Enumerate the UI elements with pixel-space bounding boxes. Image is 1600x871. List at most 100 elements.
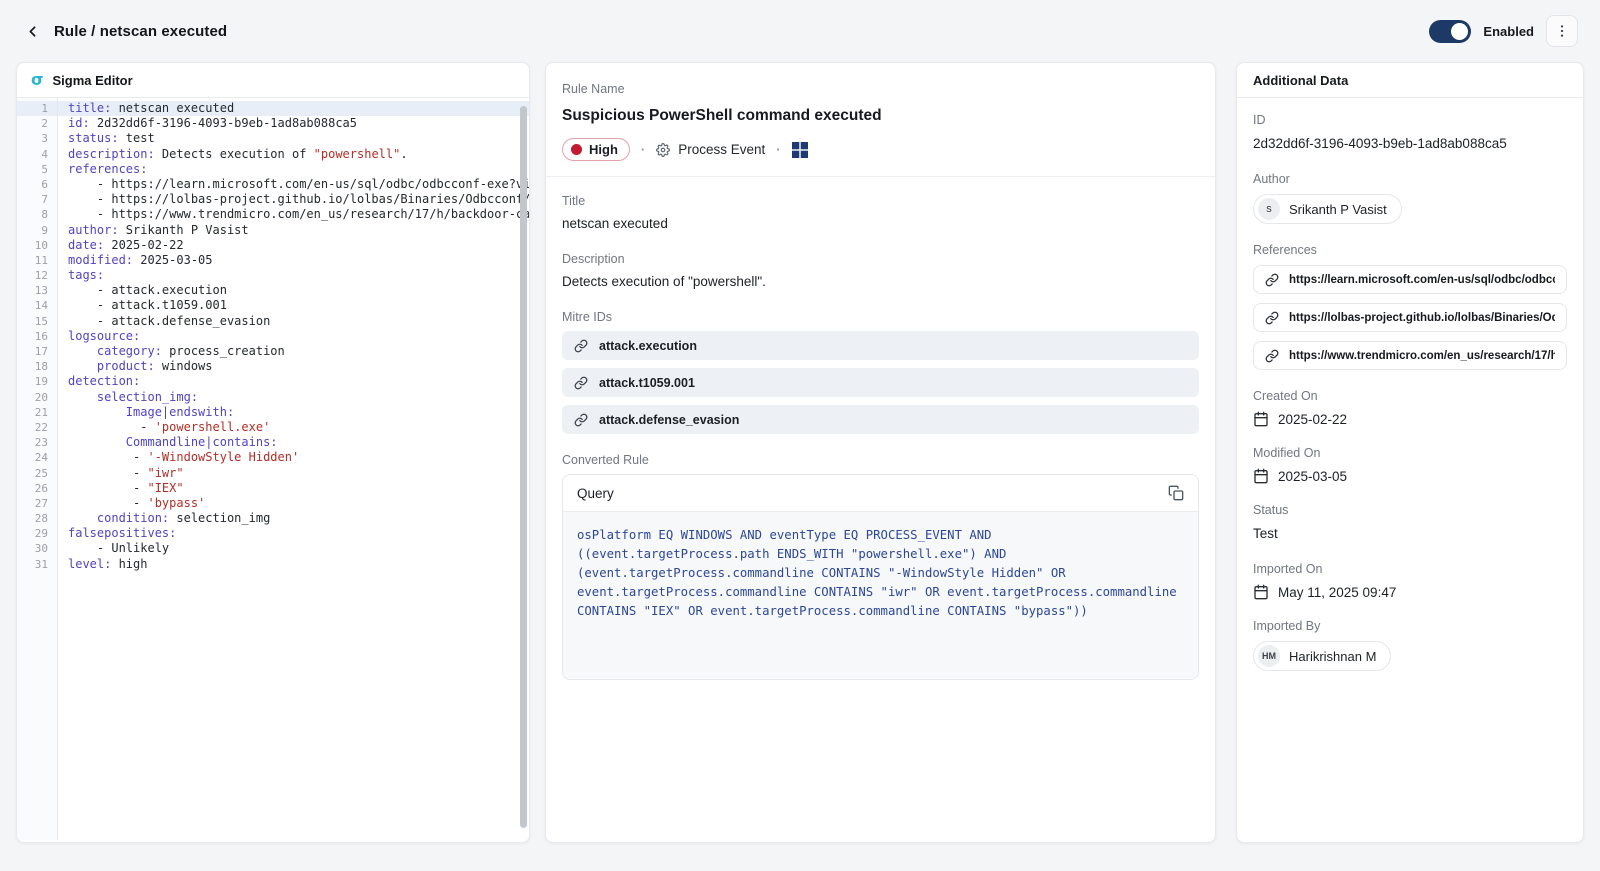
code-line[interactable]: selection_img: [58, 390, 529, 405]
line-number: 13 [17, 283, 57, 298]
copy-icon [1168, 485, 1184, 501]
severity-badge: High [562, 138, 630, 161]
sigma-editor-title: Sigma Editor [52, 73, 132, 88]
references-label: References [1253, 243, 1567, 257]
code-line[interactable]: - https://learn.microsoft.com/en-us/sql/… [58, 177, 529, 192]
code-line[interactable]: status: test [58, 131, 529, 146]
code-line[interactable]: level: high [58, 557, 529, 572]
rule-name: Suspicious PowerShell command executed [562, 107, 1199, 125]
more-options-button[interactable] [1546, 15, 1578, 47]
code-line[interactable]: - Unlikely [58, 541, 529, 556]
created-on-label: Created On [1253, 389, 1567, 403]
mitre-field: Mitre IDs attack.execution attack.t1059.… [562, 310, 1199, 434]
author-label: Author [1253, 172, 1567, 186]
line-number: 27 [17, 496, 57, 511]
code-line[interactable]: - https://lolbas-project.github.io/lolba… [58, 192, 529, 207]
query-label: Query [577, 486, 614, 501]
code-line[interactable]: Commandline|contains: [58, 435, 529, 450]
created-on-value: 2025-02-22 [1278, 412, 1347, 427]
severity-label: High [589, 142, 618, 157]
status-group: Status Test [1253, 503, 1567, 543]
imported-by-name: Harikrishnan M [1289, 649, 1376, 664]
rule-badges: High · Process Event · [562, 138, 1199, 161]
code-line[interactable]: title: netscan executed [58, 101, 529, 116]
code-line[interactable]: date: 2025-02-22 [58, 238, 529, 253]
mitre-ids-label: Mitre IDs [562, 310, 1199, 324]
code-line[interactable]: - attack.defense_evasion [58, 314, 529, 329]
code-line[interactable]: - attack.execution [58, 283, 529, 298]
description-value: Detects execution of "powershell". [562, 274, 766, 289]
code-line[interactable]: - "IEX" [58, 481, 529, 496]
code-line[interactable]: author: Srikanth P Vasist [58, 223, 529, 238]
code-line[interactable]: references: [58, 162, 529, 177]
link-icon [1265, 273, 1279, 287]
code-line[interactable]: product: windows [58, 359, 529, 374]
code-line[interactable]: tags: [58, 268, 529, 283]
code-line[interactable]: category: process_creation [58, 344, 529, 359]
line-number: 9 [17, 223, 57, 238]
line-number: 3 [17, 131, 57, 146]
imported-on-label: Imported On [1253, 562, 1567, 576]
link-icon [574, 376, 588, 390]
line-number: 19 [17, 374, 57, 389]
reference-link[interactable]: https://learn.microsoft.com/en-us/sql/od… [1253, 265, 1567, 294]
imported-by-avatar: HM [1258, 645, 1280, 667]
converted-rule-label: Converted Rule [562, 453, 1199, 467]
code-line[interactable]: detection: [58, 374, 529, 389]
editor-code[interactable]: title: netscan executedid: 2d32dd6f-3196… [58, 98, 529, 840]
line-number: 21 [17, 405, 57, 420]
author-name: Srikanth P Vasist [1289, 202, 1387, 217]
line-number: 4 [17, 147, 57, 162]
enabled-toggle[interactable] [1429, 20, 1471, 43]
code-line[interactable]: id: 2d32dd6f-3196-4093-b9eb-1ad8ab088ca5 [58, 116, 529, 131]
imported-by-group: Imported By HM Harikrishnan M [1253, 619, 1567, 671]
line-number: 28 [17, 511, 57, 526]
status-label: Status [1253, 503, 1567, 517]
title-label: Title [562, 194, 1199, 208]
line-number: 15 [17, 314, 57, 329]
calendar-icon [1253, 411, 1269, 427]
references-list: https://learn.microsoft.com/en-us/sql/od… [1253, 265, 1567, 370]
author-chip: s Srikanth P Vasist [1253, 194, 1402, 224]
sigma-editor-header: σ Sigma Editor [17, 63, 529, 98]
rule-header-section: Rule Name Suspicious PowerShell command … [546, 63, 1215, 177]
code-line[interactable]: - attack.t1059.001 [58, 298, 529, 313]
editor-gutter: 1234567891011121314151617181920212223242… [17, 98, 58, 840]
mitre-id-row[interactable]: attack.defense_evasion [562, 405, 1199, 434]
code-line[interactable]: modified: 2025-03-05 [58, 253, 529, 268]
code-line[interactable]: description: Detects execution of "power… [58, 147, 529, 162]
line-number: 2 [17, 116, 57, 131]
mitre-id-row[interactable]: attack.t1059.001 [562, 368, 1199, 397]
code-line[interactable]: logsource: [58, 329, 529, 344]
code-editor[interactable]: 1234567891011121314151617181920212223242… [17, 98, 529, 840]
reference-link[interactable]: https://www.trendmicro.com/en_us/researc… [1253, 341, 1567, 370]
additional-data-panel: Additional Data ID 2d32dd6f-3196-4093-b9… [1236, 62, 1584, 843]
imported-on-group: Imported On May 11, 2025 09:47 [1253, 562, 1567, 600]
copy-query-button[interactable] [1168, 485, 1184, 501]
line-number: 6 [17, 177, 57, 192]
reference-url: https://learn.microsoft.com/en-us/sql/od… [1289, 274, 1555, 286]
code-line[interactable]: Image|endswith: [58, 405, 529, 420]
reference-url: https://www.trendmicro.com/en_us/researc… [1289, 350, 1555, 362]
code-line[interactable]: falsepositives: [58, 526, 529, 541]
reference-link[interactable]: https://lolbas-project.github.io/lolbas/… [1253, 303, 1567, 332]
rule-detail-panel: Rule Name Suspicious PowerShell command … [545, 62, 1216, 843]
code-line[interactable]: - https://www.trendmicro.com/en_us/resea… [58, 207, 529, 222]
editor-scrollbar[interactable] [520, 106, 527, 828]
toggle-label: Enabled [1483, 24, 1534, 39]
author-avatar: s [1258, 198, 1280, 220]
line-number: 11 [17, 253, 57, 268]
code-line[interactable]: - 'powershell.exe' [58, 420, 529, 435]
line-number: 22 [17, 420, 57, 435]
description-field: Description Detects execution of "powers… [562, 252, 1199, 291]
chevron-left-icon [24, 23, 41, 40]
code-line[interactable]: - '-WindowStyle Hidden' [58, 450, 529, 465]
mitre-id-row[interactable]: attack.execution [562, 331, 1199, 360]
code-line[interactable]: - "iwr" [58, 466, 529, 481]
query-card-header: Query [563, 475, 1198, 512]
code-line[interactable]: - 'bypass' [58, 496, 529, 511]
code-line[interactable]: condition: selection_img [58, 511, 529, 526]
mitre-id-label: attack.execution [599, 339, 697, 353]
calendar-icon [1253, 468, 1269, 484]
back-button[interactable] [20, 19, 44, 43]
